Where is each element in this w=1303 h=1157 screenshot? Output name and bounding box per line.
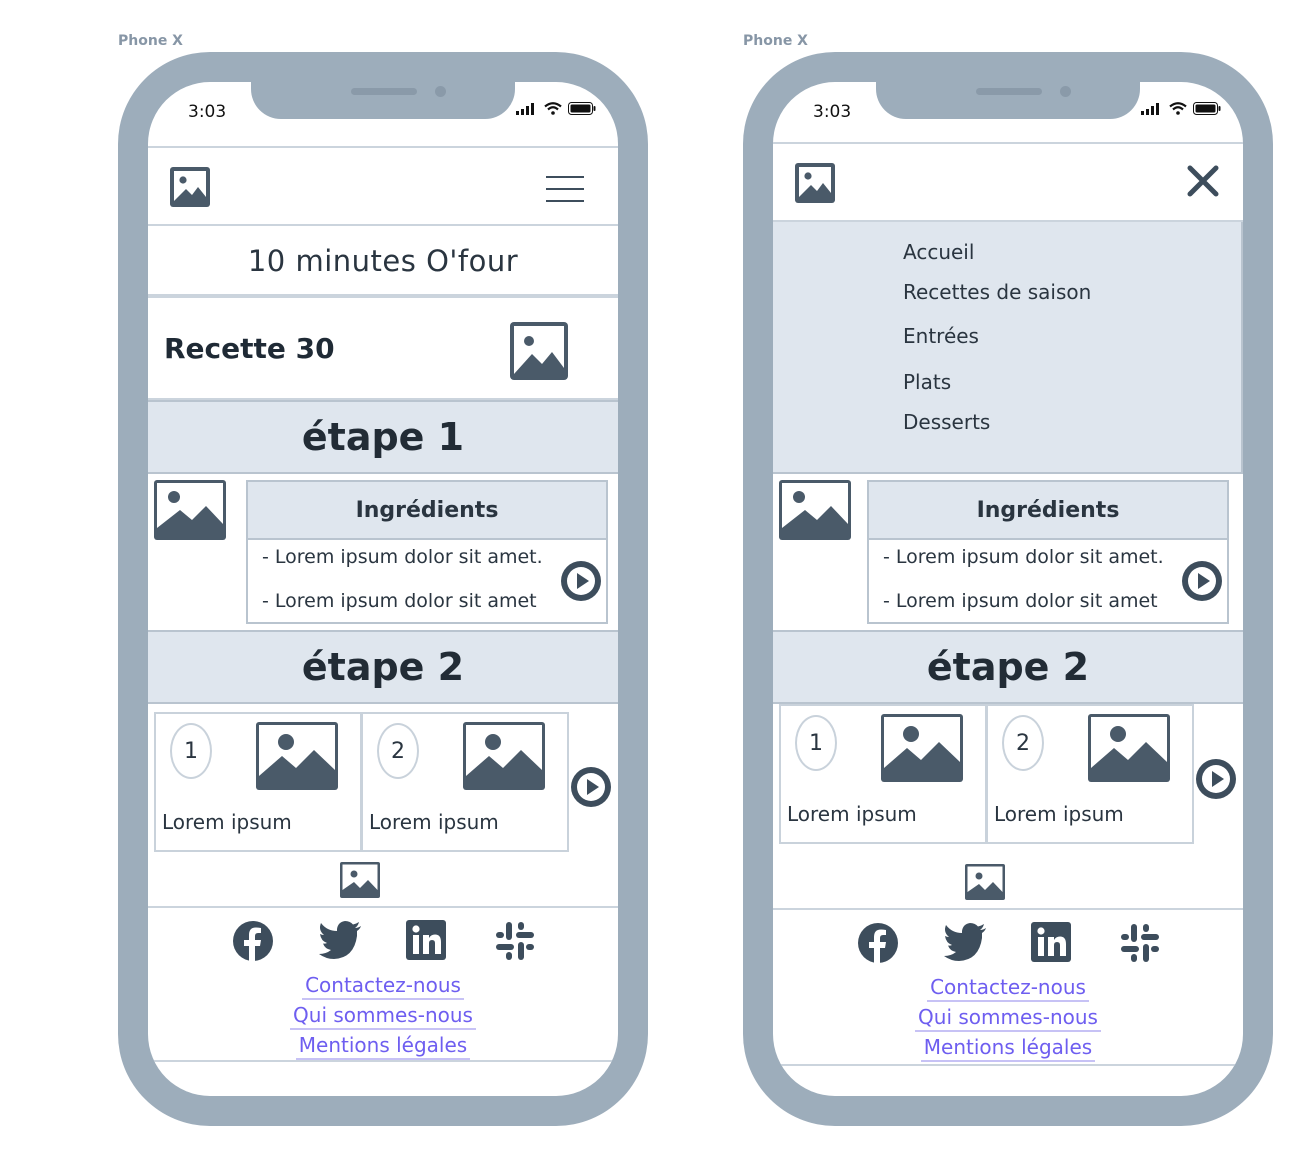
status-time: 3:03: [188, 102, 227, 122]
twitter-icon[interactable]: [318, 920, 362, 960]
status-icons: [516, 102, 596, 115]
footer-links: Contactez-nous Qui sommes-nous Mentions …: [773, 974, 1243, 1064]
legal-link[interactable]: Mentions légales: [920, 1034, 1096, 1062]
step-1-heading: étape 1: [148, 400, 618, 474]
image-icon: [510, 322, 568, 380]
legal-link[interactable]: Mentions légales: [295, 1032, 471, 1060]
play-icon[interactable]: [1181, 560, 1223, 602]
ingredients-heading: Ingrédients: [869, 482, 1227, 540]
menu-item-accueil[interactable]: Accueil: [903, 240, 974, 264]
frame-label: Phone X: [118, 33, 183, 49]
step-number: 2: [1002, 715, 1044, 771]
image-icon[interactable]: [170, 167, 210, 207]
menu-item-plats[interactable]: Plats: [903, 370, 951, 394]
image-icon: [881, 714, 963, 782]
step-number: 1: [795, 715, 837, 771]
linkedin-icon[interactable]: [406, 920, 446, 960]
ingredients-heading: Ingrédients: [248, 482, 606, 540]
play-icon[interactable]: [560, 560, 602, 602]
phone-screen: 3:03 Accueil Recettes de saison Entrées …: [773, 82, 1243, 1096]
image-icon: [1088, 714, 1170, 782]
status-icons: [1141, 102, 1221, 115]
ingredients-box: Ingrédients - Lorem ipsum dolor sit amet…: [246, 480, 608, 624]
menu-item-desserts[interactable]: Desserts: [903, 410, 990, 434]
slack-icon[interactable]: [494, 920, 536, 962]
step-number: 1: [170, 723, 212, 779]
nav-menu: Accueil Recettes de saison Entrées Plats…: [773, 222, 1243, 474]
facebook-icon[interactable]: [857, 922, 899, 964]
site-title-section: 10 minutes O'four: [148, 228, 618, 298]
image-icon: [965, 864, 1005, 900]
site-title: 10 minutes O'four: [247, 244, 519, 278]
wifi-icon: [1169, 102, 1187, 115]
steps-carousel: 1 Lorem ipsum 2 Lorem ipsum: [773, 702, 1243, 852]
close-icon[interactable]: [1185, 163, 1221, 199]
facebook-icon[interactable]: [232, 920, 274, 962]
card-text: Lorem ipsum: [162, 810, 292, 834]
menu-icon[interactable]: [546, 176, 584, 202]
image-icon[interactable]: [795, 163, 835, 203]
ingredients-section: Ingrédients - Lorem ipsum dolor sit amet…: [148, 474, 618, 630]
step-number: 2: [377, 723, 419, 779]
step-card[interactable]: 1 Lorem ipsum: [154, 712, 362, 852]
footer: Contactez-nous Qui sommes-nous Mentions …: [148, 906, 618, 1062]
header-bar: [148, 146, 618, 226]
menu-item-recettes-de-saison[interactable]: Recettes de saison: [903, 280, 1091, 304]
notch: [876, 82, 1140, 119]
ingredients-section: Ingrédients - Lorem ipsum dolor sit amet…: [773, 474, 1243, 630]
ingredients-box: Ingrédients - Lorem ipsum dolor sit amet…: [867, 480, 1229, 624]
twitter-icon[interactable]: [943, 922, 987, 962]
ingredient-item: - Lorem ipsum dolor sit amet.: [262, 546, 543, 568]
signal-icon: [516, 102, 534, 115]
image-icon: [340, 862, 380, 898]
contact-link[interactable]: Contactez-nous: [927, 974, 1089, 1002]
steps-carousel: 1 Lorem ipsum 2 Lorem ipsum: [148, 706, 618, 856]
image-icon: [463, 722, 545, 790]
phone-screen: 3:03 10 minutes O'four Recette 30 étape …: [148, 82, 618, 1096]
play-icon[interactable]: [570, 766, 612, 808]
step-2-heading: étape 2: [148, 630, 618, 704]
notch: [251, 82, 515, 119]
menu-item-entrees[interactable]: Entrées: [903, 324, 979, 348]
step-card[interactable]: 1 Lorem ipsum: [779, 704, 987, 844]
step-card[interactable]: 2 Lorem ipsum: [361, 712, 569, 852]
status-time: 3:03: [813, 102, 852, 122]
battery-icon: [568, 102, 596, 115]
footer-links: Contactez-nous Qui sommes-nous Mentions …: [148, 972, 618, 1062]
image-icon: [779, 480, 851, 540]
linkedin-icon[interactable]: [1031, 922, 1071, 962]
image-icon: [154, 480, 226, 540]
card-text: Lorem ipsum: [994, 802, 1124, 826]
frame-label: Phone X: [743, 33, 808, 49]
about-link[interactable]: Qui sommes-nous: [915, 1004, 1101, 1032]
header-bar: [773, 142, 1243, 222]
ingredient-item: - Lorem ipsum dolor sit amet: [883, 590, 1158, 612]
about-link[interactable]: Qui sommes-nous: [290, 1002, 476, 1030]
footer: Contactez-nous Qui sommes-nous Mentions …: [773, 908, 1243, 1066]
battery-icon: [1193, 102, 1221, 115]
step-card[interactable]: 2 Lorem ipsum: [986, 704, 1194, 844]
ingredient-item: - Lorem ipsum dolor sit amet: [262, 590, 537, 612]
phone-frame-recipe: 3:03 10 minutes O'four Recette 30 étape …: [118, 52, 648, 1126]
recipe-header: Recette 30: [148, 302, 618, 400]
slack-icon[interactable]: [1119, 922, 1161, 964]
signal-icon: [1141, 102, 1159, 115]
play-icon[interactable]: [1195, 758, 1237, 800]
contact-link[interactable]: Contactez-nous: [302, 972, 464, 1000]
ingredient-item: - Lorem ipsum dolor sit amet.: [883, 546, 1164, 568]
phone-frame-menu-open: 3:03 Accueil Recettes de saison Entrées …: [743, 52, 1273, 1126]
step-2-heading: étape 2: [773, 630, 1243, 704]
image-icon: [256, 722, 338, 790]
social-links: [232, 920, 538, 964]
wifi-icon: [544, 102, 562, 115]
card-text: Lorem ipsum: [787, 802, 917, 826]
card-text: Lorem ipsum: [369, 810, 499, 834]
social-links: [857, 922, 1163, 966]
recipe-title: Recette 30: [164, 332, 335, 365]
